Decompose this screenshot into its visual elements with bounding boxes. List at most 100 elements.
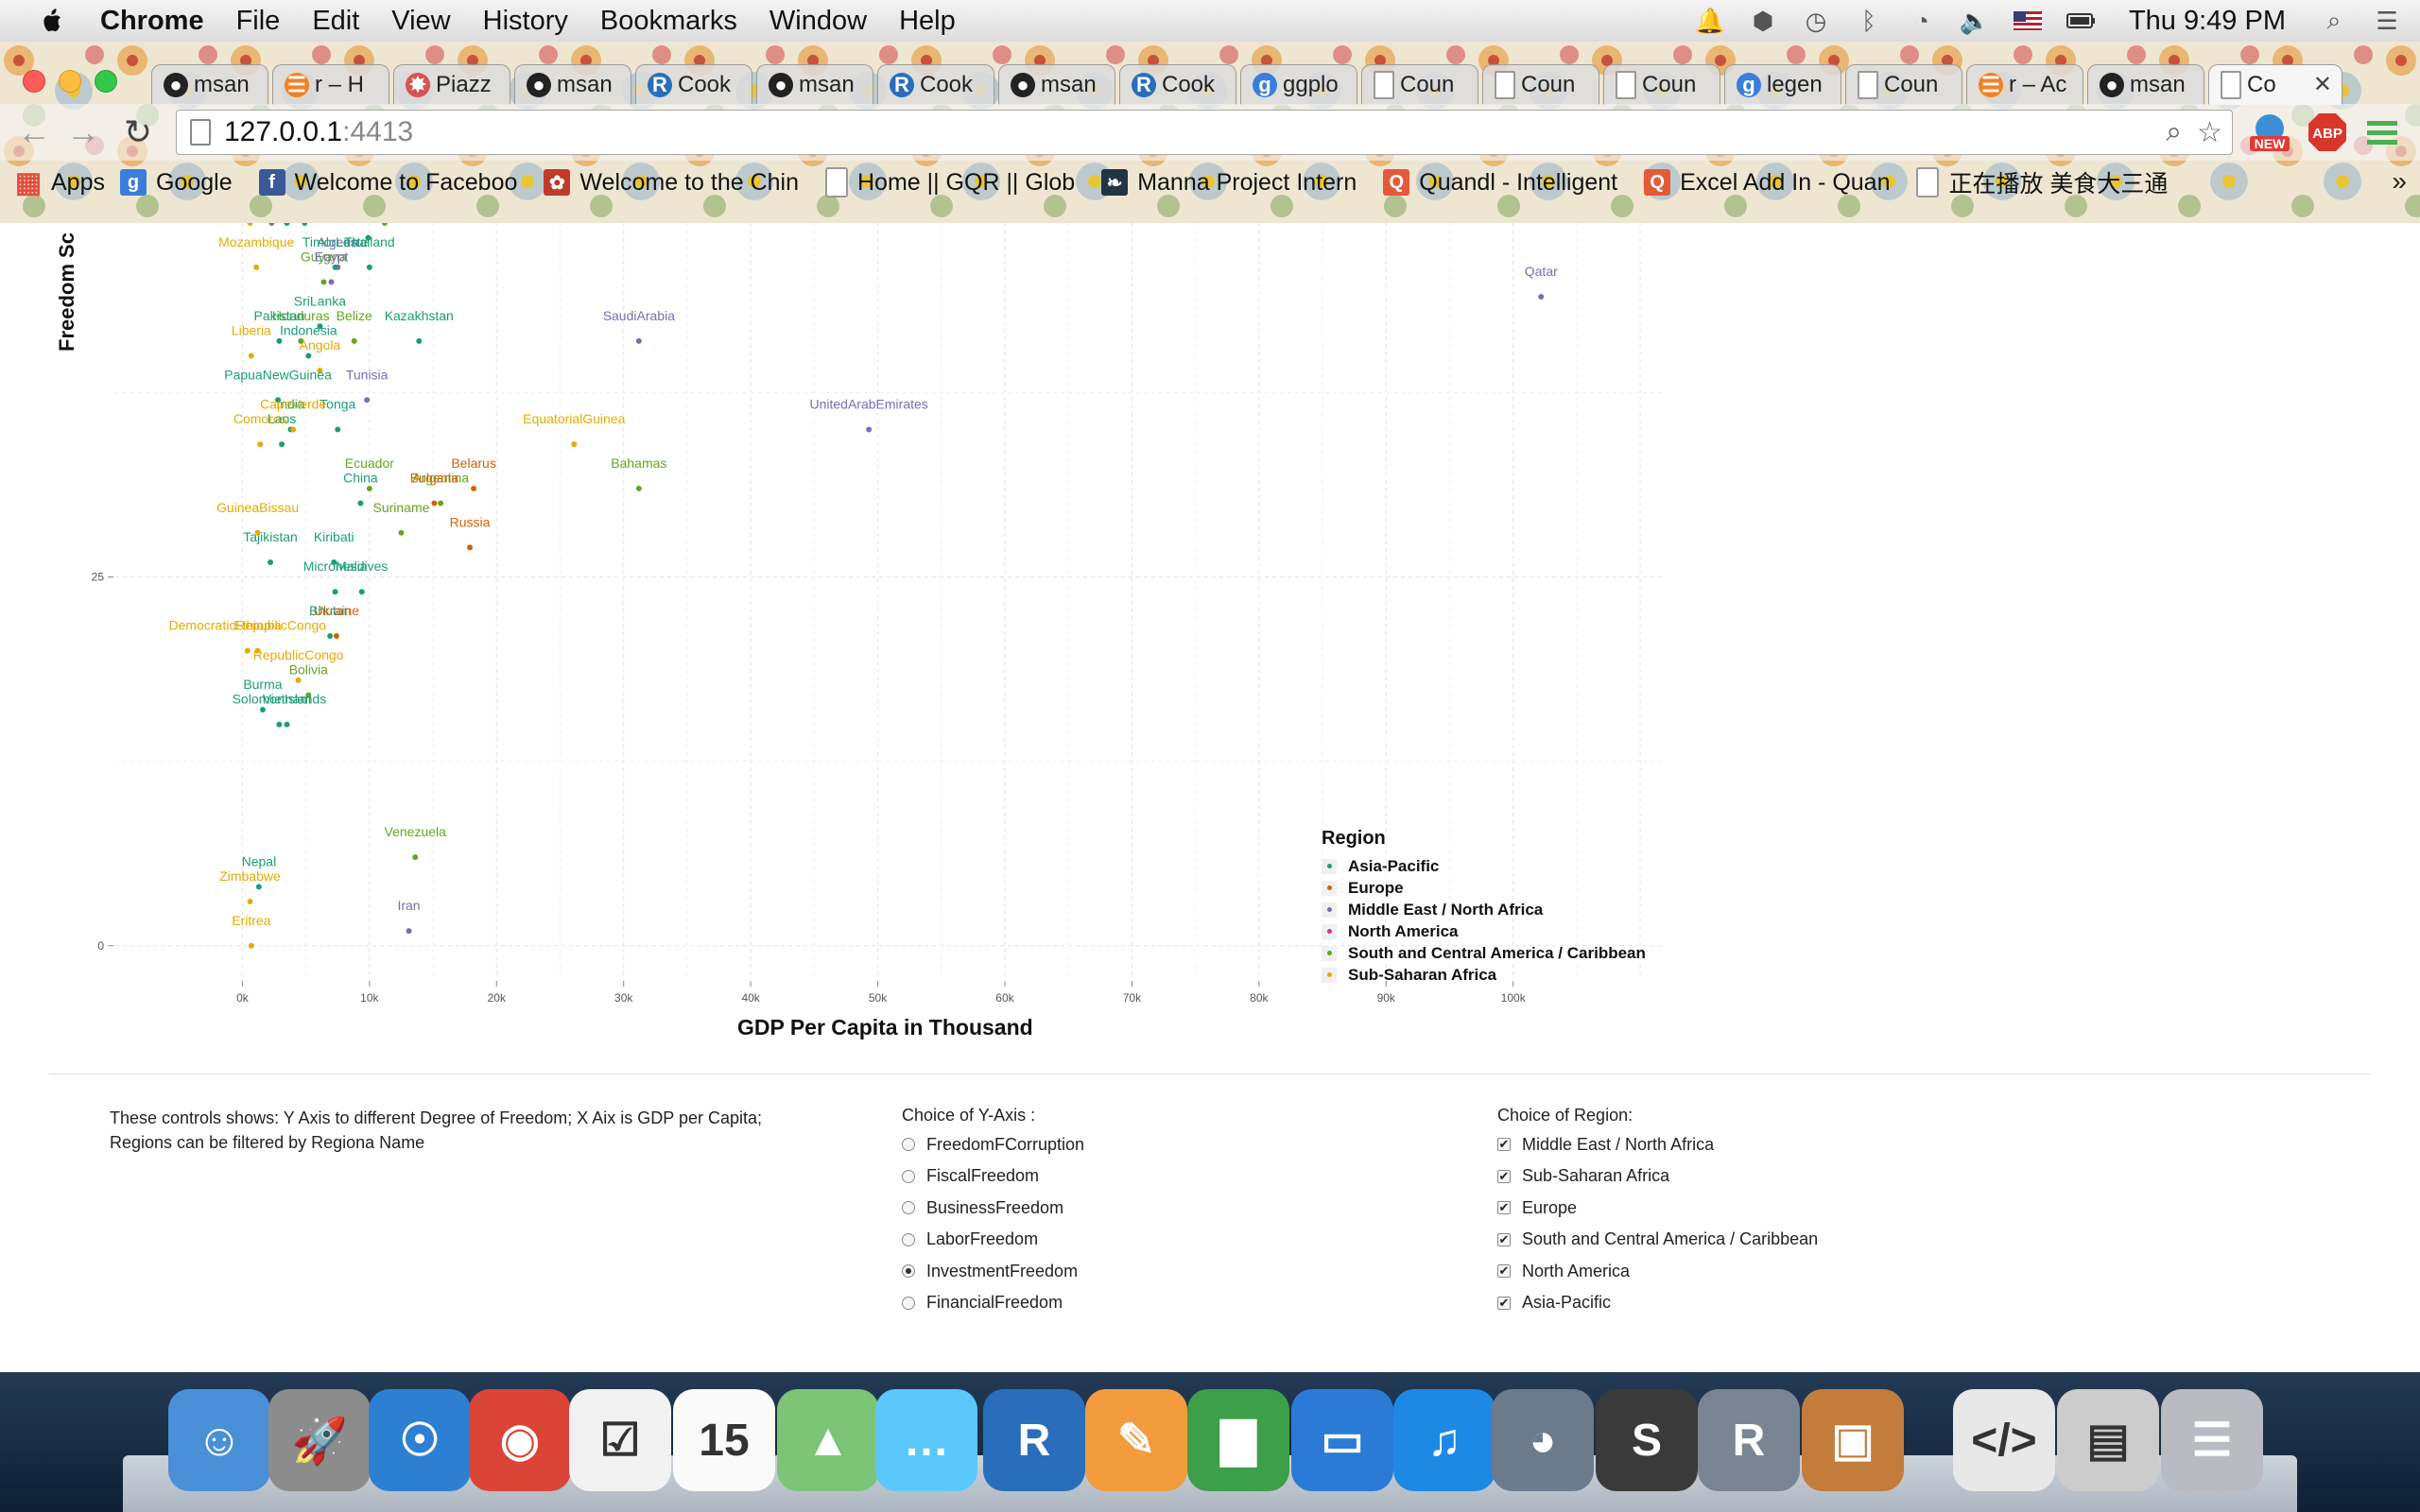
battery-icon[interactable] bbox=[2066, 7, 2095, 35]
y-axis-option[interactable]: InvestmentFreedom bbox=[902, 1259, 1078, 1283]
menu-bookmarks[interactable]: Bookmarks bbox=[600, 6, 737, 37]
pages-icon[interactable]: ✎ bbox=[1085, 1389, 1187, 1491]
tab[interactable]: g ggplo bbox=[1240, 64, 1357, 105]
bookmark-item[interactable]: ✿ Welcome to the Chin bbox=[544, 169, 799, 197]
adblock-icon[interactable]: ABP bbox=[2307, 112, 2348, 153]
bookmark-star-icon[interactable]: ☆ bbox=[2197, 116, 2222, 149]
tab[interactable]: R Cook bbox=[1119, 64, 1236, 105]
region-option[interactable]: ✔ Europe bbox=[1497, 1195, 1577, 1220]
menu-window[interactable]: Window bbox=[769, 6, 867, 37]
checkbox[interactable]: ✔ bbox=[1497, 1169, 1511, 1183]
numbers-icon[interactable]: ▇ bbox=[1187, 1389, 1289, 1491]
preview-icon[interactable]: ▣ bbox=[1802, 1389, 1904, 1491]
menu-help[interactable]: Help bbox=[899, 6, 956, 37]
bookmark-item[interactable]: Q Excel Add In - Quan bbox=[1644, 169, 1890, 197]
radio-button[interactable] bbox=[902, 1296, 915, 1310]
tab[interactable]: Coun bbox=[1482, 64, 1599, 105]
radio-button[interactable] bbox=[902, 1201, 915, 1214]
tab[interactable]: ✸ Piazz bbox=[393, 64, 510, 105]
y-axis-option[interactable]: BusinessFreedom bbox=[902, 1195, 1063, 1220]
tab[interactable]: R Cook bbox=[635, 64, 752, 105]
y-axis-option[interactable]: LaborFreedom bbox=[902, 1228, 1038, 1252]
new-extension-icon[interactable]: NEW bbox=[2248, 112, 2291, 153]
bookmark-item[interactable]: Q Quandl - Intelligent bbox=[1383, 169, 1617, 197]
checkbox[interactable]: ✔ bbox=[1497, 1264, 1511, 1278]
tab[interactable]: ☰ r – Ac bbox=[1966, 64, 2083, 105]
reload-icon[interactable]: ↻ bbox=[117, 112, 159, 153]
r-icon[interactable]: R bbox=[983, 1389, 1085, 1491]
back-arrow-icon[interactable]: ← bbox=[13, 112, 55, 153]
finder-icon[interactable]: ☺ bbox=[168, 1389, 270, 1491]
zoom-window-button[interactable] bbox=[95, 70, 117, 93]
tab[interactable]: R Cook bbox=[877, 64, 994, 105]
github-icon[interactable]: ◕ bbox=[1492, 1389, 1594, 1491]
checkbox[interactable]: ✔ bbox=[1497, 1201, 1511, 1214]
bookmark-item[interactable]: f Welcome to Faceboo bbox=[258, 169, 517, 197]
chrome-icon[interactable]: ◉ bbox=[469, 1389, 571, 1491]
checkbox[interactable]: ✔ bbox=[1497, 1138, 1511, 1151]
tab[interactable]: Coun bbox=[1603, 64, 1720, 105]
bookmark-item[interactable]: g Google bbox=[119, 169, 233, 197]
region-option[interactable]: ✔ South and Central America / Caribbean bbox=[1497, 1228, 1818, 1252]
checkbox[interactable]: ✔ bbox=[1497, 1296, 1511, 1310]
volume-icon[interactable]: 🔈 bbox=[1960, 7, 1990, 35]
tab[interactable]: ☰ r – H bbox=[272, 64, 389, 105]
tab[interactable]: Coun bbox=[1361, 64, 1478, 105]
rstudio-icon[interactable]: R bbox=[1698, 1389, 1800, 1491]
chrome-menu-icon[interactable] bbox=[2363, 112, 2401, 153]
tab[interactable]: Coun bbox=[1845, 64, 1962, 105]
menu-file[interactable]: File bbox=[236, 6, 281, 37]
bookmark-item[interactable]: 正在播放 美食大三通 bbox=[1916, 165, 2168, 199]
region-option[interactable]: ✔ Middle East / North Africa bbox=[1497, 1132, 1714, 1157]
spotlight-search-icon[interactable]: ⌕ bbox=[2320, 6, 2348, 35]
menu-app-name[interactable]: Chrome bbox=[100, 6, 204, 37]
html-file-icon[interactable]: </> bbox=[1953, 1389, 2055, 1491]
us-flag-icon[interactable] bbox=[2013, 7, 2042, 35]
time-machine-icon[interactable]: ◷ bbox=[1802, 7, 1830, 35]
tab[interactable]: ● msan bbox=[998, 64, 1115, 105]
tab-active[interactable]: Co ✕ bbox=[2208, 64, 2342, 105]
bookmark-item[interactable]: ❧ Manna Project Intern bbox=[1101, 169, 1357, 197]
apple-menu-icon[interactable] bbox=[34, 6, 72, 36]
minimize-window-button[interactable] bbox=[59, 70, 81, 93]
close-tab-icon[interactable]: ✕ bbox=[2313, 71, 2332, 98]
launchpad-icon[interactable]: 🚀 bbox=[268, 1389, 371, 1491]
zoom-magnifier-icon[interactable]: ⌕ bbox=[2166, 116, 2182, 149]
bluetooth-icon[interactable]: ᛒ bbox=[1855, 7, 1883, 35]
menu-view[interactable]: View bbox=[391, 6, 450, 37]
notification-center-icon[interactable]: ☰ bbox=[2373, 7, 2401, 35]
region-option[interactable]: ✔ Sub-Saharan Africa bbox=[1497, 1164, 1669, 1189]
menubar-clock[interactable]: Thu 9:49 PM bbox=[2129, 6, 2286, 36]
radio-button[interactable] bbox=[902, 1264, 915, 1278]
screenshot-stack-icon[interactable]: ▤ bbox=[2057, 1389, 2159, 1491]
keynote-icon[interactable]: ▭ bbox=[1291, 1389, 1393, 1491]
calendar-icon[interactable]: 15 bbox=[673, 1389, 775, 1491]
radio-button[interactable] bbox=[902, 1232, 915, 1246]
radio-button[interactable] bbox=[902, 1169, 915, 1183]
bookmark-item[interactable]: ▦ Apps bbox=[15, 169, 105, 197]
notification-bell-icon[interactable]: 🔔 bbox=[1695, 7, 1725, 35]
messages-icon[interactable]: … bbox=[875, 1389, 977, 1491]
menu-edit[interactable]: Edit bbox=[312, 6, 359, 37]
y-axis-option[interactable]: FreedomFCorruption bbox=[902, 1132, 1084, 1157]
itunes-icon[interactable]: ♫ bbox=[1393, 1389, 1495, 1491]
y-axis-option[interactable]: FinancialFreedom bbox=[902, 1291, 1063, 1315]
region-option[interactable]: ✔ Asia-Pacific bbox=[1497, 1291, 1611, 1315]
address-bar[interactable]: 127.0.0.1:4413 ⌕ ☆ bbox=[176, 110, 2233, 155]
forward-arrow-icon[interactable]: → bbox=[62, 112, 104, 153]
y-axis-option[interactable]: FiscalFreedom bbox=[902, 1164, 1039, 1189]
tab[interactable]: g legen bbox=[1724, 64, 1841, 105]
bookmark-item[interactable]: Home || GQR || Glob bbox=[824, 167, 1075, 198]
tab[interactable]: ● msan bbox=[2087, 64, 2204, 105]
bookmarks-overflow-icon[interactable]: » bbox=[2392, 166, 2407, 197]
tab[interactable]: ● msan bbox=[514, 64, 631, 105]
tab[interactable]: ● msan bbox=[151, 64, 268, 105]
wifi-icon[interactable]: ◔ bbox=[1908, 7, 1936, 35]
radio-button[interactable] bbox=[902, 1138, 915, 1151]
checkbox[interactable]: ✔ bbox=[1497, 1232, 1511, 1246]
safari-icon[interactable]: ☉ bbox=[369, 1389, 471, 1491]
menu-history[interactable]: History bbox=[483, 6, 568, 37]
region-option[interactable]: ✔ North America bbox=[1497, 1259, 1630, 1283]
dropbox-icon[interactable]: ⬢ bbox=[1749, 7, 1777, 35]
tab[interactable]: ● msan bbox=[756, 64, 873, 105]
